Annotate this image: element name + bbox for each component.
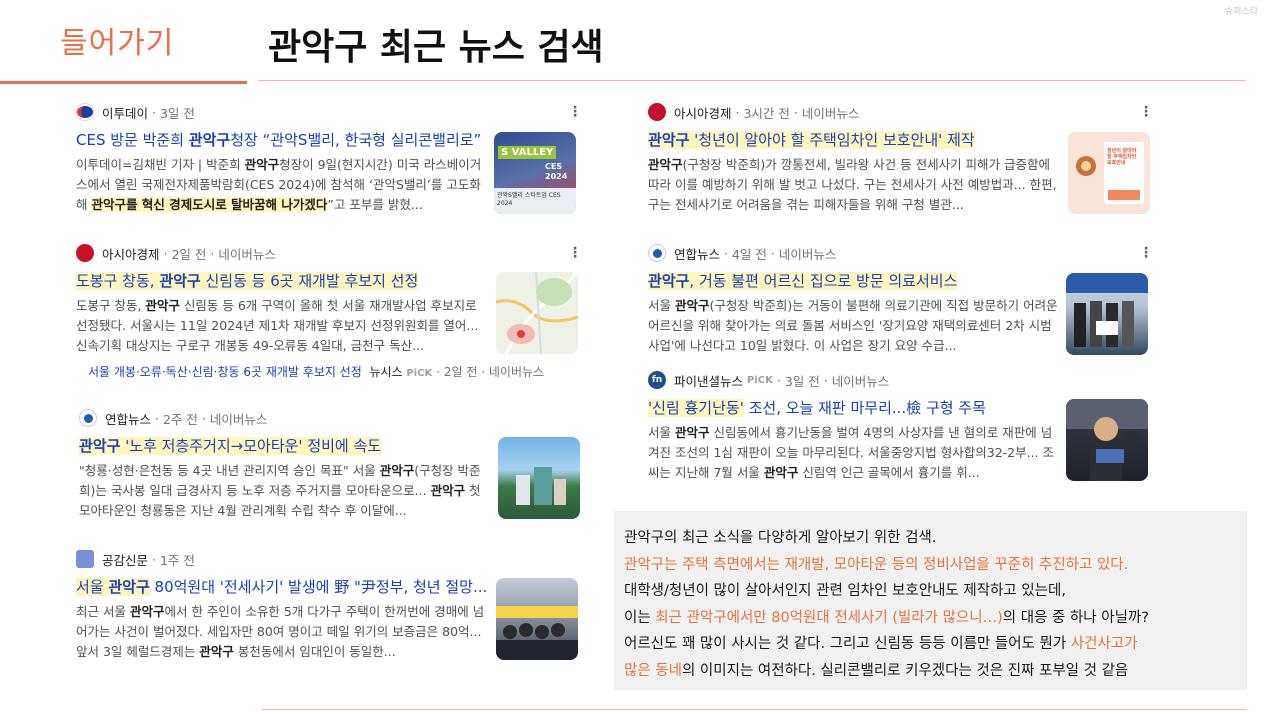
card-meta: 연합뉴스 · 4일 전 · 네이버뉴스 bbox=[648, 242, 1153, 264]
note-line: 관악구의 최근 소식을 다양하게 알아보기 위한 검색. bbox=[624, 530, 937, 546]
intro-underline bbox=[0, 81, 247, 84]
platform-name: 네이버뉴스 bbox=[778, 246, 837, 262]
news-thumbnail-guide[interactable]: 청년이 알아야 할 주택임차인 보호안내 bbox=[1068, 132, 1150, 214]
card-meta: 아시아경제 · 2일 전 · 네이버뉴스 bbox=[76, 242, 582, 264]
time-ago: 1주 전 bbox=[159, 552, 195, 568]
news-snippet: 서울 관악구(구청장 박준희)는 거동이 불편해 의료기관에 직접 방문하기 어… bbox=[648, 298, 1058, 353]
meta-separator: · bbox=[163, 245, 168, 261]
news-thumbnail-map[interactable] bbox=[496, 272, 578, 354]
meta-separator: · bbox=[155, 410, 159, 426]
related-article[interactable]: 서울 개봉·오류·독산·신림·창동 6곳 재개발 후보지 선정 뉴시스 PiCK… bbox=[88, 363, 544, 380]
note-line: 어르신도 꽤 많이 사시는 것 같다. 그리고 신림동 등등 이름만 들어도 뭔… bbox=[624, 636, 1138, 652]
note-line: 대학생/청년이 많이 살아서인지 관련 임차인 보호안내도 제작하고 있는데, bbox=[624, 583, 1066, 599]
platform-name: 네이버뉴스 bbox=[801, 105, 860, 121]
time-ago: 3시간 전 bbox=[743, 105, 790, 121]
summary-note: 관악구의 최근 소식을 다양하게 알아보기 위한 검색. 관악구는 주택 측면에… bbox=[614, 511, 1247, 690]
time-ago: 3일 전 bbox=[159, 105, 195, 121]
time-ago: 2주 전 bbox=[162, 411, 198, 427]
gonggam-logo-icon bbox=[76, 550, 94, 568]
news-thumbnail-press[interactable] bbox=[496, 578, 578, 660]
meta-separator: · bbox=[776, 372, 781, 388]
source-name: 아시아경제 bbox=[674, 105, 732, 121]
more-options-icon[interactable]: ⋮ bbox=[568, 104, 582, 120]
platform-name: 네이버뉴스 bbox=[209, 411, 268, 427]
source-name: 아시아경제 bbox=[102, 246, 160, 262]
note-line: 이는 최근 관악구에서만 80억원대 전세사기 (빌라가 많으니…)의 대응 중… bbox=[624, 609, 1149, 626]
asiae-logo-icon bbox=[648, 103, 666, 121]
card-meta: 공감신문 · 1주 전 bbox=[76, 548, 582, 570]
note-line: 관악구는 주택 측면에서는 재개발, 모아타운 등의 정비사업을 꾸준히 추진하… bbox=[624, 556, 1129, 573]
source-name: 연합뉴스 bbox=[674, 246, 721, 262]
news-headline[interactable]: 관악구 '청년이 알아야 할 주택임차인 보호안내' 제작 bbox=[648, 129, 1058, 151]
news-thumbnail-ceremony[interactable] bbox=[1066, 273, 1148, 355]
news-headline[interactable]: '신림 흉기난동' 조선, 오늘 재판 마무리...檢 구형 주목 bbox=[648, 397, 1058, 419]
card-meta: fn 파이낸셜뉴스 PiCK · 3일 전 · 네이버뉴스 bbox=[648, 369, 1153, 391]
fn-logo-icon: fn bbox=[648, 371, 666, 389]
news-snippet: 관악구(구청장 박준희)가 깡통전세, 빌라왕 사건 등 전세사기 피해가 급증… bbox=[648, 157, 1057, 212]
news-thumbnail-trial[interactable] bbox=[1066, 399, 1148, 481]
meta-separator: · bbox=[152, 104, 156, 120]
news-headline[interactable]: 관악구 '노후 저층주거지→모아타운' 정비에 속도 bbox=[79, 435, 484, 457]
news-snippet: 이투데이=김채빈 기자 | 박준희 관악구청장이 9일(현지시간) 미국 라스베… bbox=[76, 157, 482, 212]
news-headline[interactable]: 관악구, 거동 불편 어르신 집으로 방문 의료서비스 bbox=[648, 270, 1058, 292]
time-ago: 2일 전 bbox=[171, 246, 207, 262]
news-thumbnail-ces[interactable]: S VALLEY CES 2024 관악S밸리 스타트업 CES 2024 bbox=[494, 132, 576, 214]
card-meta: 연합뉴스 · 2주 전 · 네이버뉴스 bbox=[79, 407, 583, 429]
source-name: 연합뉴스 bbox=[105, 411, 152, 427]
news-snippet: 최근 서울 관악구에서 한 주인이 소유한 5개 다가구 주택이 한꺼번에 경매… bbox=[76, 604, 485, 659]
news-headline[interactable]: 도봉구 창동, 관악구 신림동 등 6곳 재개발 후보지 선정 bbox=[76, 270, 486, 292]
asiae-logo-icon bbox=[76, 244, 94, 262]
platform-name: 네이버뉴스 bbox=[831, 373, 890, 389]
more-options-icon[interactable]: ⋮ bbox=[1139, 104, 1153, 120]
news-snippet: "청룡·성현·은천동 등 4곳 내년 관리지역 승인 목표" 서울 관악구(구청… bbox=[79, 463, 481, 518]
meta-separator: · bbox=[724, 245, 728, 261]
title-divider bbox=[258, 80, 1246, 81]
card-meta: 아시아경제 · 3시간 전 · 네이버뉴스 bbox=[648, 101, 1153, 123]
news-snippet: 도봉구 창동, 관악구 신림동 등 6개 구역이 올해 첫 서울 재개발사업 후… bbox=[76, 298, 479, 353]
news-headline[interactable]: 서울 관악구 80억원대 '전세사기' 발생에 野 "尹정부, 청년 절망... bbox=[76, 576, 486, 598]
platform-name: 네이버뉴스 bbox=[218, 246, 276, 262]
source-name: 이투데이 bbox=[102, 105, 149, 121]
watermark: 슈퍼스타 bbox=[1224, 7, 1258, 17]
meta-separator: · bbox=[152, 551, 156, 567]
time-ago: 3일 전 bbox=[784, 373, 820, 389]
more-options-icon[interactable]: ⋮ bbox=[568, 245, 582, 261]
news-headline[interactable]: CES 방문 박준희 관악구청장 “관악S밸리, 한국형 실리콘밸리로” bbox=[76, 129, 486, 151]
news-thumbnail-town[interactable] bbox=[498, 437, 580, 519]
yonhap-logo-icon bbox=[648, 244, 666, 262]
card-meta: 이투데이 · 3일 전 bbox=[76, 101, 582, 123]
yonhap-logo-icon bbox=[79, 409, 97, 427]
more-options-icon[interactable]: ⋮ bbox=[1139, 245, 1153, 261]
bottom-divider bbox=[262, 709, 1247, 710]
note-line: 많은 동네의 이미지는 여전하다. 실리콘밸리로 키우겠다는 것은 진짜 포부일… bbox=[624, 662, 1129, 679]
news-snippet: 서울 관악구 신림동에서 흉기난동을 벌여 4명의 사상자를 낸 혐의로 재판에… bbox=[648, 425, 1055, 480]
page-title: 관악구 최근 뉴스 검색 bbox=[268, 27, 604, 68]
pick-badge: PiCK bbox=[747, 374, 773, 386]
meta-separator: · bbox=[735, 104, 740, 120]
etoday-logo-icon bbox=[76, 103, 94, 121]
time-ago: 4일 전 bbox=[731, 246, 767, 262]
source-name: 공감신문 bbox=[102, 552, 149, 568]
source-name: 파이낸셜뉴스 bbox=[674, 373, 744, 389]
intro-label: 들어가기 bbox=[60, 26, 175, 61]
